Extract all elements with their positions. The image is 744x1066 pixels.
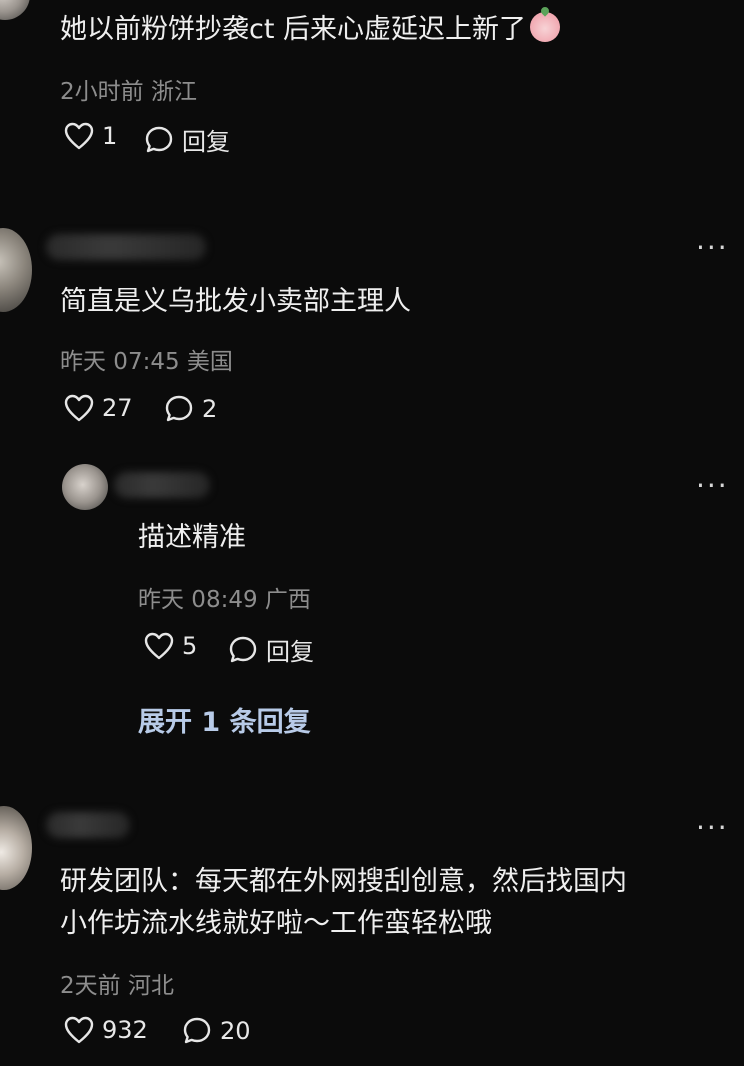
avatar[interactable] [0, 228, 32, 312]
reply-count: 20 [220, 1017, 251, 1045]
like-count: 1 [102, 122, 118, 150]
comment-bubble-icon [165, 395, 193, 422]
comment-text: 描述精准 [138, 522, 246, 553]
comment-meta: 昨天 07:45 美国 [60, 349, 233, 375]
reply-button[interactable]: 回复 [228, 632, 314, 667]
like-count: 932 [102, 1016, 148, 1044]
more-options-icon[interactable]: ··· [696, 234, 729, 262]
expand-replies-link[interactable]: 展开 1 条回复 [138, 700, 311, 739]
comment-meta: 2天前 河北 [60, 973, 174, 999]
avatar[interactable] [62, 464, 108, 510]
comment-meta: 2小时前 浙江 [60, 79, 197, 105]
avatar[interactable] [0, 806, 32, 890]
username-blurred[interactable] [114, 472, 210, 498]
reply-button[interactable]: 2 [164, 394, 217, 424]
peach-emoji-icon [530, 12, 561, 42]
reply-button[interactable]: 回复 [144, 122, 230, 157]
like-count: 27 [102, 394, 133, 422]
heart-icon [64, 1016, 94, 1044]
reply-button[interactable]: 20 [182, 1016, 251, 1046]
reply-label: 回复 [182, 128, 230, 156]
more-options-icon[interactable]: ··· [696, 472, 729, 500]
comment-bubble-icon [183, 1017, 211, 1044]
like-count: 5 [182, 632, 198, 660]
comment-text-line-1: 研发团队：每天都在外网搜刮创意，然后找国内 [60, 866, 627, 897]
reply-count: 2 [202, 395, 218, 423]
comment-text-line-2: 小作坊流水线就好啦～工作蛮轻松哦 [60, 908, 492, 939]
more-options-icon[interactable]: ··· [696, 814, 729, 842]
username-blurred[interactable] [46, 234, 206, 260]
comment-bubble-icon [229, 636, 257, 662]
heart-icon [144, 632, 174, 660]
avatar[interactable] [0, 0, 30, 20]
heart-icon [64, 122, 94, 150]
comment-meta: 昨天 08:49 广西 [138, 587, 311, 613]
like-button[interactable]: 932 [64, 1016, 148, 1044]
like-button[interactable]: 27 [64, 394, 133, 422]
heart-icon [64, 394, 94, 422]
reply-label: 回复 [266, 638, 314, 666]
comment-text: 简直是义乌批发小卖部主理人 [60, 286, 411, 317]
comment-text-content: 她以前粉饼抄袭ct 后来心虚延迟上新了 [60, 14, 527, 45]
like-button[interactable]: 5 [144, 632, 197, 660]
comment-text: 她以前粉饼抄袭ct 后来心虚延迟上新了 [60, 10, 561, 50]
like-button[interactable]: 1 [64, 122, 117, 150]
comment-bubble-icon [145, 126, 173, 152]
username-blurred[interactable] [46, 812, 130, 838]
